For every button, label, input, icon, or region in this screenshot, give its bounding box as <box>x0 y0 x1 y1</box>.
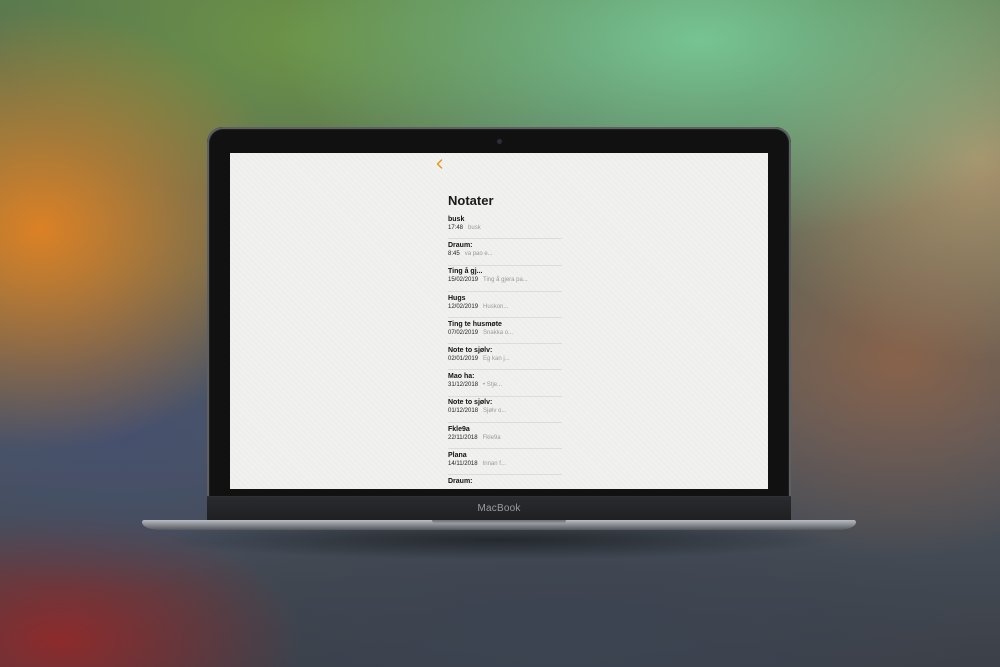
note-meta <box>448 486 562 489</box>
note-preview: Eg kan j... <box>483 355 510 362</box>
list-item[interactable]: Note to sjølv: 01/12/2018 Sjølv o... <box>448 397 562 423</box>
note-date: 31/12/2018 <box>448 382 479 389</box>
note-title: Fkle9a <box>448 425 470 433</box>
note-meta: 07/02/2019 Snakka o... <box>448 329 562 338</box>
list-item[interactable]: Plana 14/11/2018 Innan f... <box>448 450 562 476</box>
note-meta: 14/11/2018 Innan f... <box>448 460 562 469</box>
page-title: Notater <box>448 193 494 208</box>
note-title: busk <box>448 216 465 223</box>
chevron-left-icon <box>436 159 443 169</box>
note-title: Hugs <box>448 294 466 302</box>
note-date: 17:48 <box>448 225 464 231</box>
note-meta: 31/12/2018 • Stje... <box>448 381 562 390</box>
note-preview: va pao e... <box>464 251 493 258</box>
list-item[interactable]: Mao ha: 31/12/2018 • Stje... <box>448 371 562 397</box>
list-item[interactable]: Note to sjølv: 02/01/2019 Eg kan j... <box>448 345 562 371</box>
note-title: Plana <box>448 451 467 459</box>
note-meta: 17:48 busk <box>448 224 562 233</box>
camera-icon <box>497 139 502 144</box>
note-date: 22/11/2018 <box>448 434 478 441</box>
note-meta: 15/02/2019 Ting å gjera pa... <box>448 276 562 285</box>
note-date: 12/02/2019 <box>448 303 479 310</box>
note-preview: Innan f... <box>482 460 506 467</box>
note-date: 02/01/2019 <box>448 355 479 362</box>
note-meta: 12/02/2019 Huskon... <box>448 303 562 312</box>
note-preview: Sjølv o... <box>483 408 507 415</box>
note-title: Note to sjølv: <box>448 346 493 354</box>
note-date: 07/02/2019 <box>448 329 479 336</box>
list-item[interactable]: Draum: <box>448 476 562 489</box>
note-date: 14/11/2018 <box>448 460 478 467</box>
note-title: Note to sjølv: <box>448 399 493 407</box>
note-title: Draum: <box>448 242 473 250</box>
list-item[interactable]: Hugs 12/02/2019 Huskon... <box>448 293 562 318</box>
note-date: 15/02/2019 <box>448 277 479 284</box>
lid-notch <box>432 520 566 524</box>
note-preview: Fkle9a <box>482 434 501 441</box>
list-item[interactable]: Draum: 8:45 va pao e... <box>448 240 562 266</box>
note-title: Mao ha: <box>448 373 475 381</box>
note-preview: busk <box>468 225 481 231</box>
note-title: Draum: <box>448 477 473 485</box>
notes-app-screen: Notater busk 17:48 busk Draum: 8:45 va pao… <box>230 153 768 489</box>
note-preview: Ting å gjera pa... <box>483 277 528 284</box>
note-meta: 22/11/2018 Fkle9a <box>448 434 562 443</box>
note-meta: 8:45 va pao e... <box>448 250 562 259</box>
note-date: 01/12/2018 <box>448 408 479 415</box>
note-preview: • Stje... <box>483 382 503 389</box>
laptop-base <box>142 520 856 530</box>
list-item[interactable]: Ting å gj... 15/02/2019 Ting å gjera pa..… <box>448 266 562 292</box>
list-item[interactable]: Fkle9a 22/11/2018 Fkle9a <box>448 424 562 449</box>
note-preview: Huskon... <box>483 303 509 310</box>
brand-label: MacBook <box>477 503 521 514</box>
note-title: Ting te husmøte <box>448 320 502 328</box>
note-date: 8:45 <box>448 251 460 258</box>
note-meta: 01/12/2018 Sjølv o... <box>448 407 562 416</box>
notes-list: busk 17:48 busk Draum: 8:45 va pao e... Ti… <box>448 214 562 489</box>
list-item[interactable]: Ting te husmøte 07/02/2019 Snakka o... <box>448 319 562 345</box>
note-meta: 02/01/2019 Eg kan j... <box>448 355 562 364</box>
laptop-chin: MacBook <box>207 496 791 523</box>
note-title: Ting å gj... <box>448 268 483 276</box>
note-preview: Snakka o... <box>483 329 514 336</box>
back-button[interactable] <box>434 157 446 169</box>
list-item[interactable]: busk 17:48 busk <box>448 214 562 240</box>
